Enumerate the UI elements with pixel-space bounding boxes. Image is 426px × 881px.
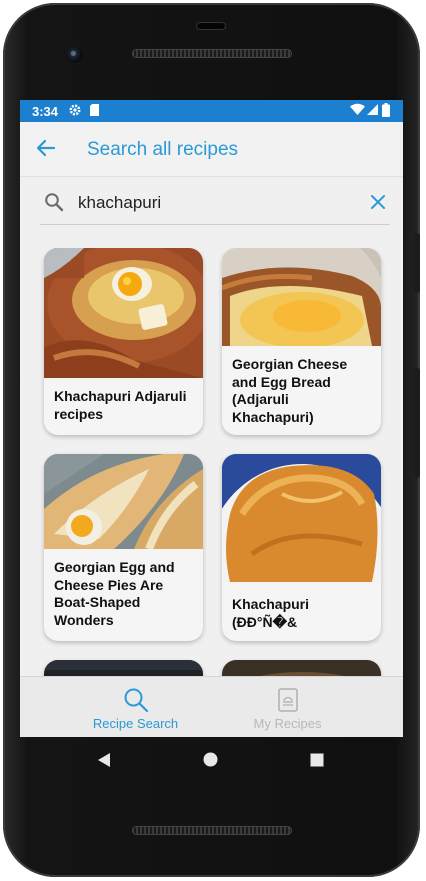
back-arrow-icon[interactable] — [34, 136, 58, 160]
recipe-card[interactable] — [222, 660, 381, 676]
earpiece — [196, 22, 226, 30]
recipe-image — [222, 660, 381, 676]
battery-icon — [382, 103, 390, 117]
recipe-card[interactable]: Georgian Egg and Cheese Pies Are Boat-Sh… — [44, 454, 203, 641]
volume-button — [414, 233, 420, 293]
page-title: Search all recipes — [87, 139, 239, 160]
recipe-title: Georgian Egg and Cheese Pies Are Boat-Sh… — [54, 559, 175, 628]
app-bar: Search all recipes — [20, 122, 403, 177]
recipe-card[interactable]: Georgian Cheese and Egg Bread (Adjaruli … — [222, 248, 381, 435]
recipe-image — [222, 248, 381, 346]
bottom-speaker — [132, 826, 292, 835]
recipe-image — [44, 660, 203, 676]
top-speaker — [132, 49, 292, 58]
nav-item-my-recipes[interactable]: My Recipes — [192, 677, 383, 737]
recipe-image — [222, 454, 381, 582]
recipe-title: Georgian Cheese and Egg Bread (Adjaruli … — [232, 356, 348, 425]
search-icon — [45, 193, 64, 212]
system-navigation-bar — [20, 737, 403, 782]
front-camera-icon — [67, 47, 83, 63]
close-icon[interactable] — [368, 192, 388, 212]
status-time: 3:34 — [32, 104, 59, 119]
bottom-navigation: Recipe Search My Recipes — [20, 676, 403, 737]
recipe-card[interactable]: Khachapuri Adjaruli recipes — [44, 248, 203, 435]
wifi-icon — [350, 103, 365, 115]
sd-card-icon — [90, 104, 99, 116]
search-bar — [40, 180, 390, 225]
search-icon — [124, 688, 149, 713]
settings-gear-icon — [69, 104, 81, 116]
recipe-image — [44, 248, 203, 378]
nav-label: My Recipes — [253, 716, 322, 731]
home-circle-icon[interactable] — [203, 752, 218, 767]
power-button — [414, 368, 420, 478]
search-input[interactable] — [76, 190, 350, 216]
app-screen: 3:34 Search all recipes khachapuri Khach… — [20, 100, 403, 737]
recipe-book-icon — [278, 688, 298, 712]
back-triangle-icon[interactable] — [97, 752, 111, 768]
recipe-title: Khachapuri Adjaruli recipes — [54, 388, 187, 422]
status-bar: 3:34 — [20, 100, 403, 122]
recipe-image — [44, 454, 203, 549]
recipe-card[interactable]: Khachapuri (ÐÐ°Ñ�& — [222, 454, 381, 641]
cell-signal-icon — [367, 104, 378, 115]
recents-square-icon[interactable] — [310, 753, 324, 767]
results-grid: Khachapuri Adjaruli recipes Georgian Che… — [20, 248, 403, 676]
recipe-card[interactable] — [44, 660, 203, 676]
recipe-title: Khachapuri (ÐÐ°Ñ�& — [232, 596, 310, 630]
